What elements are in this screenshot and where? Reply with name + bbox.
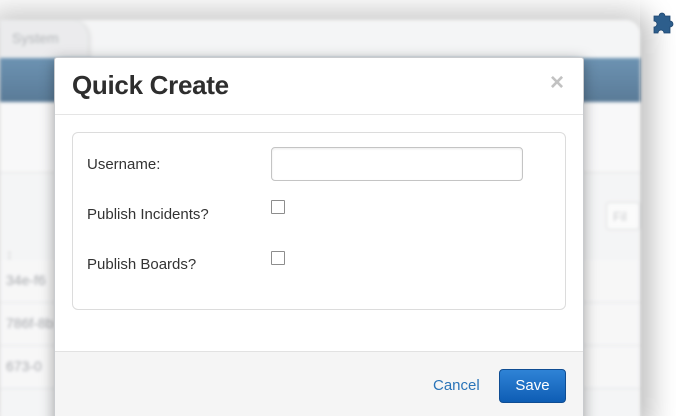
publish-incidents-checkbox[interactable] <box>271 200 285 214</box>
form-panel: Username: Publish Incidents? Publish Boa… <box>72 132 566 310</box>
dialog-header: Quick Create × <box>55 58 583 115</box>
publish-incidents-label: Publish Incidents? <box>87 206 209 223</box>
dialog-footer: Cancel Save <box>55 351 583 416</box>
screen: System Fil ↕ 34e-f6 786f-8b 673-0 Quick … <box>0 0 676 416</box>
save-button[interactable]: Save <box>499 369 566 403</box>
close-icon[interactable]: × <box>545 70 569 96</box>
quick-create-dialog: Quick Create × Username: Publish Inciden… <box>54 57 584 416</box>
cancel-button[interactable]: Cancel <box>433 377 480 394</box>
username-label: Username: <box>87 156 161 173</box>
publish-boards-checkbox[interactable] <box>271 251 285 265</box>
publish-boards-label: Publish Boards? <box>87 256 197 273</box>
dialog-title: Quick Create <box>72 70 229 100</box>
puzzle-icon[interactable] <box>648 10 676 38</box>
username-input[interactable] <box>271 147 523 181</box>
